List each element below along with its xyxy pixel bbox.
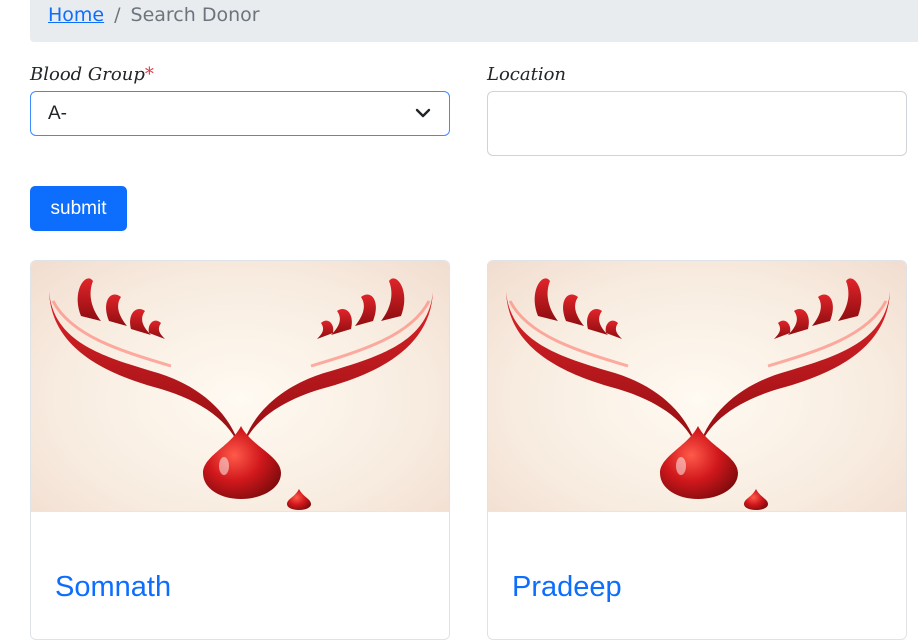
location-label: Location bbox=[487, 64, 567, 85]
card-divider bbox=[31, 511, 449, 512]
card-divider bbox=[488, 511, 906, 512]
blood-group-label: Blood Group* bbox=[30, 64, 154, 85]
breadcrumb-current: Search Donor bbox=[130, 4, 260, 26]
donor-name-link[interactable]: Pradeep bbox=[512, 571, 622, 604]
submit-button[interactable]: submit bbox=[30, 186, 127, 231]
blood-donation-hands-icon bbox=[488, 261, 906, 511]
breadcrumb-separator: / bbox=[114, 4, 121, 26]
blood-group-label-text: Blood Group bbox=[30, 64, 145, 85]
blood-group-select[interactable]: A- bbox=[30, 91, 450, 136]
chevron-down-icon bbox=[415, 108, 431, 118]
breadcrumb: Home / Search Donor bbox=[30, 0, 918, 42]
donor-name-link[interactable]: Somnath bbox=[55, 571, 171, 604]
breadcrumb-home-link[interactable]: Home bbox=[48, 4, 104, 26]
required-mark: * bbox=[144, 64, 154, 85]
donor-card: Somnath bbox=[30, 260, 450, 640]
donor-card: Pradeep bbox=[487, 260, 907, 640]
blood-group-selected-value: A- bbox=[48, 103, 67, 124]
blood-donation-hands-icon bbox=[31, 261, 449, 511]
location-input[interactable] bbox=[487, 91, 907, 156]
